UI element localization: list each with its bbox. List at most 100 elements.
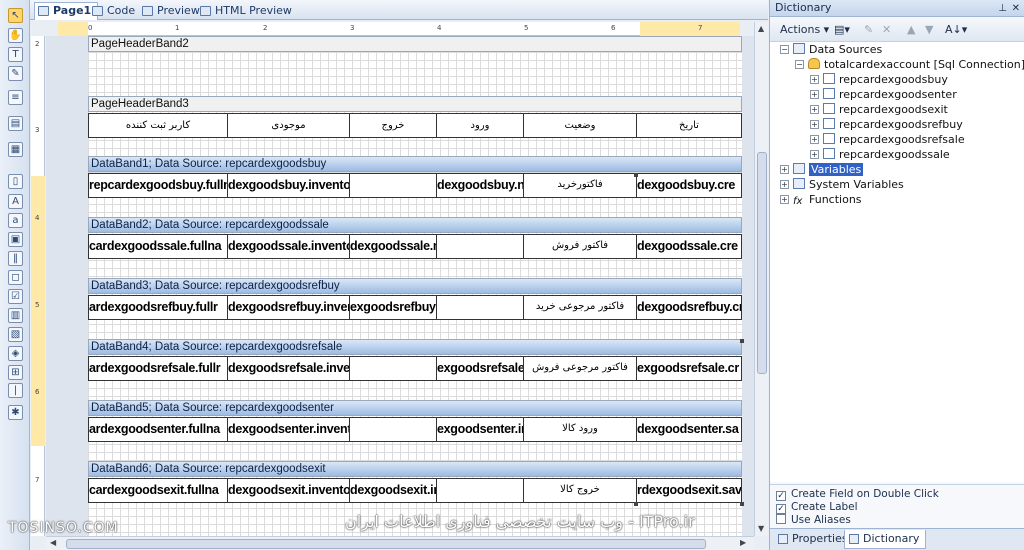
panel-tool-icon[interactable]: ▦ <box>8 142 23 157</box>
tree-node-connection[interactable]: − totalcardexaccount [Sql Connection] <box>795 58 1024 73</box>
expand-icon[interactable]: + <box>780 195 789 204</box>
zip-component-icon[interactable]: ⊞ <box>8 365 23 380</box>
move-down-icon[interactable]: ▼ <box>925 23 933 36</box>
data-cell[interactable]: فاکتور مرجوعی فروش <box>523 356 637 381</box>
expand-icon[interactable]: + <box>780 165 789 174</box>
collapse-icon[interactable]: − <box>780 45 789 54</box>
data-cell[interactable]: exgoodsrefbuy <box>349 295 437 320</box>
report-page[interactable]: PageHeaderBand2 PageHeaderBand3 کاربر ثب… <box>88 36 744 536</box>
data-cell[interactable]: exgoodsrefsale <box>436 356 524 381</box>
data-band-5[interactable]: DataBand5; Data Source: repcardexgoodsen… <box>88 400 742 416</box>
selection-handle[interactable] <box>740 502 744 506</box>
tree-node-variables[interactable]: + Variables <box>780 163 864 178</box>
band-tool-icon[interactable]: ≡ <box>8 90 23 105</box>
data-cell[interactable]: dexgoodssale.cre <box>636 234 742 259</box>
header-cell-exit[interactable]: خروج <box>349 113 437 138</box>
expand-icon[interactable]: + <box>810 75 819 84</box>
new-item-icon[interactable]: ▤▾ <box>834 23 850 36</box>
tree-node-data-sources[interactable]: − Data Sources <box>780 43 882 58</box>
tab-code[interactable]: Code <box>88 2 142 20</box>
scroll-right-icon[interactable]: ▶ <box>740 538 746 547</box>
scrollbar-thumb[interactable] <box>66 539 706 549</box>
horizontal-scrollbar[interactable]: ◀ ▶ <box>46 536 754 550</box>
barcode-component-icon[interactable]: ‖ <box>8 251 23 266</box>
tab-html-preview[interactable]: HTML Preview <box>196 2 299 20</box>
tree-node-table[interactable]: + repcardexgoodssale <box>810 148 950 163</box>
data-cell[interactable]: exgoodsrefsale.cr <box>636 356 742 381</box>
tools-icon[interactable]: ✱ <box>8 405 23 420</box>
image-component-icon[interactable]: ▣ <box>8 232 23 247</box>
delete-icon[interactable]: ✕ <box>882 23 891 36</box>
data-cell[interactable]: ardexgoodsrefbuy.fullr <box>88 295 228 320</box>
data-cell[interactable]: dexgoodssale.n <box>349 234 437 259</box>
expand-icon[interactable]: + <box>810 90 819 99</box>
sort-icon[interactable]: A↓▾ <box>945 23 967 36</box>
expand-icon[interactable]: + <box>780 180 789 189</box>
richtext-component-icon[interactable]: a <box>8 213 23 228</box>
page-header-band-2[interactable]: PageHeaderBand2 <box>88 36 742 52</box>
pin-icon[interactable]: ⊥ <box>998 1 1007 17</box>
hand-tool-icon[interactable]: ✋ <box>8 28 23 43</box>
data-cell[interactable]: فاکتورخرید <box>523 173 637 198</box>
move-up-icon[interactable]: ▲ <box>907 23 915 36</box>
selection-handle[interactable] <box>634 173 638 177</box>
tree-node-table[interactable]: + repcardexgoodsexit <box>810 103 948 118</box>
tab-properties[interactable]: Properties <box>774 530 854 549</box>
data-cell[interactable]: dexgoodsbuy.invento <box>227 173 350 198</box>
data-band-2[interactable]: DataBand2; Data Source: repcardexgoodssa… <box>88 217 742 233</box>
scroll-up-icon[interactable]: ▲ <box>758 24 764 33</box>
data-cell[interactable]: فاکتور فروش <box>523 234 637 259</box>
checkbox-component-icon[interactable]: ☑ <box>8 289 23 304</box>
data-cell[interactable]: dexgoodsbuy.cre <box>636 173 742 198</box>
data-cell[interactable]: dexgoodsexit.in <box>349 478 437 503</box>
expand-icon[interactable]: + <box>810 135 819 144</box>
data-cell[interactable]: ورود کالا <box>523 417 637 442</box>
create-label-checkbox[interactable]: ✓ Create Label <box>776 501 858 514</box>
design-surface[interactable]: PageHeaderBand2 PageHeaderBand3 کاربر ثب… <box>46 36 754 536</box>
data-cell[interactable]: dexgoodsbuy.n <box>436 173 524 198</box>
data-cell[interactable]: dexgoodsrefbuy.inven <box>227 295 350 320</box>
data-band-3[interactable]: DataBand3; Data Source: repcardexgoodsre… <box>88 278 742 294</box>
data-cell[interactable] <box>436 234 524 259</box>
tree-node-table[interactable]: + repcardexgoodsrefbuy <box>810 118 963 133</box>
select-pointer-icon[interactable]: ↖ <box>8 8 23 23</box>
close-icon[interactable]: ✕ <box>1012 1 1020 17</box>
page-header-band-3[interactable]: PageHeaderBand3 <box>88 96 742 112</box>
data-cell[interactable] <box>349 173 437 198</box>
use-aliases-checkbox[interactable]: Use Aliases <box>776 514 851 526</box>
data-cell[interactable] <box>436 478 524 503</box>
data-cell[interactable] <box>436 295 524 320</box>
shape-component-icon[interactable]: ◻ <box>8 270 23 285</box>
selection-handle[interactable] <box>740 339 744 343</box>
data-cell[interactable]: dexgoodsexit.invento <box>227 478 350 503</box>
scroll-down-icon[interactable]: ▼ <box>758 524 764 533</box>
data-cell[interactable] <box>349 356 437 381</box>
data-cell[interactable]: dexgoodsrefbuy.cr <box>636 295 742 320</box>
selection-handle[interactable] <box>634 502 638 506</box>
data-cell[interactable]: ardexgoodsrefsale.fullr <box>88 356 228 381</box>
data-band-1[interactable]: DataBand1; Data Source: repcardexgoodsbu… <box>88 156 742 172</box>
data-cell[interactable]: dexgoodsrefsale.inver <box>227 356 350 381</box>
header-cell-inventory[interactable]: موجودی <box>227 113 350 138</box>
vertical-line-icon[interactable]: | <box>8 383 23 398</box>
chart-component-icon[interactable]: ▥ <box>8 308 23 323</box>
data-cell[interactable] <box>349 417 437 442</box>
data-cell[interactable]: cardexgoodsexit.fullna <box>88 478 228 503</box>
expand-icon[interactable]: + <box>810 105 819 114</box>
vertical-scrollbar[interactable]: ▲ ▼ <box>754 22 768 536</box>
tree-node-table[interactable]: + repcardexgoodsrefsale <box>810 133 965 148</box>
data-band-6[interactable]: DataBand6; Data Source: repcardexgoodsex… <box>88 461 742 477</box>
tree-node-table[interactable]: + repcardexgoodsbuy <box>810 73 948 88</box>
scrollbar-thumb[interactable] <box>757 152 767 374</box>
collapse-icon[interactable]: − <box>795 60 804 69</box>
data-cell[interactable]: dexgoodssale.invento <box>227 234 350 259</box>
text-tool-icon[interactable]: T <box>8 47 23 62</box>
data-cell[interactable]: خروج کالا <box>523 478 637 503</box>
edit-icon[interactable]: ✎ <box>864 23 873 36</box>
header-cell-enter[interactable]: ورود <box>436 113 524 138</box>
data-band-4[interactable]: DataBand4; Data Source: repcardexgoodsre… <box>88 339 742 355</box>
scroll-left-icon[interactable]: ◀ <box>50 538 56 547</box>
tree-node-system-variables[interactable]: + System Variables <box>780 178 904 193</box>
header-cell-date[interactable]: تاریخ <box>636 113 742 138</box>
page-tool-icon[interactable]: ▯ <box>8 174 23 189</box>
